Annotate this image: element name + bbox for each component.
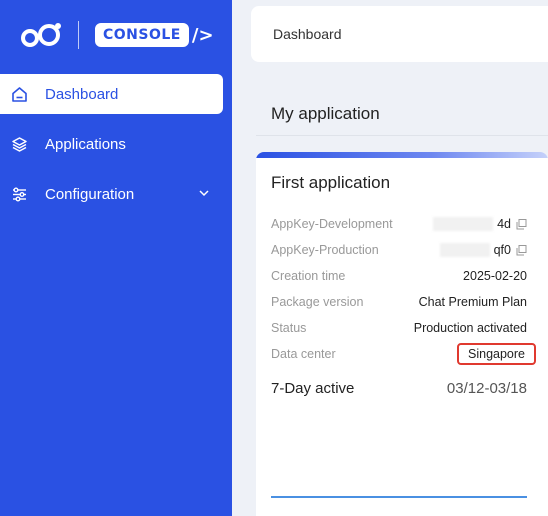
info-label: Data center (271, 347, 336, 361)
chevron-down-icon[interactable] (197, 186, 211, 200)
application-title: First application (271, 173, 391, 192)
info-row-package-version: Package version Chat Premium Plan (271, 292, 527, 312)
breadcrumb[interactable]: Dashboard (273, 26, 342, 42)
info-value: Production activated (413, 321, 527, 335)
section-title: My application (271, 104, 380, 123)
info-value-wrapper: qf0 (439, 243, 527, 257)
info-row-appkey-development: AppKey-Development 4d (271, 214, 527, 234)
copy-icon[interactable] (516, 218, 527, 230)
brand-logo[interactable]: CONSOLE /> (20, 18, 214, 52)
seven-day-active-header: 7-Day active 03/12-03/18 (271, 380, 527, 397)
info-value: 4d (497, 217, 511, 231)
info-row-creation-time: Creation time 2025-02-20 (271, 266, 527, 286)
logo-divider (78, 21, 79, 49)
info-value: Chat Premium Plan (418, 295, 527, 309)
header-bar: Dashboard (251, 6, 548, 62)
home-icon (10, 85, 28, 103)
info-label: Package version (271, 295, 364, 309)
active-chart-area (271, 412, 527, 496)
card-accent-bar (256, 152, 548, 158)
sidebar-item-label: Applications (45, 135, 126, 153)
info-label: Creation time (271, 269, 346, 283)
console-word: CONSOLE (95, 23, 189, 47)
sidebar-item-label: Configuration (45, 185, 135, 203)
data-center-value-highlighted: Singapore (457, 343, 536, 365)
info-value: qf0 (493, 243, 511, 257)
info-value-wrapper: 4d (433, 217, 527, 231)
info-label: Status (271, 321, 307, 335)
info-row-status: Status Production activated (271, 318, 527, 338)
info-row-appkey-production: AppKey-Production qf0 (271, 240, 527, 260)
info-row-data-center: Data center Singapore (271, 343, 536, 365)
masked-value (439, 243, 490, 257)
copy-icon[interactable] (516, 244, 527, 256)
layers-icon (10, 135, 28, 153)
sidebar-item-configuration[interactable]: Configuration (0, 174, 223, 214)
console-badge: CONSOLE /> (95, 23, 214, 47)
sidebar-item-dashboard[interactable]: Dashboard (0, 74, 223, 114)
sidebar-item-label: Dashboard (45, 85, 119, 103)
info-label: AppKey-Production (271, 243, 379, 257)
sidebar: CONSOLE /> Dashboard Applications Config… (0, 0, 232, 516)
console-slash: /> (191, 24, 214, 46)
brand-logo-icon (20, 20, 64, 50)
sliders-icon (10, 185, 28, 203)
info-value: 2025-02-20 (463, 269, 527, 283)
info-label: AppKey-Development (271, 217, 393, 231)
sidebar-item-applications[interactable]: Applications (0, 124, 223, 164)
masked-value (433, 217, 494, 231)
active-chart-line (271, 496, 527, 498)
section-divider (256, 135, 548, 136)
active-title: 7-Day active (271, 380, 355, 397)
active-date-range[interactable]: 03/12-03/18 (447, 380, 527, 397)
application-card[interactable]: First application AppKey-Development 4d … (256, 152, 548, 516)
